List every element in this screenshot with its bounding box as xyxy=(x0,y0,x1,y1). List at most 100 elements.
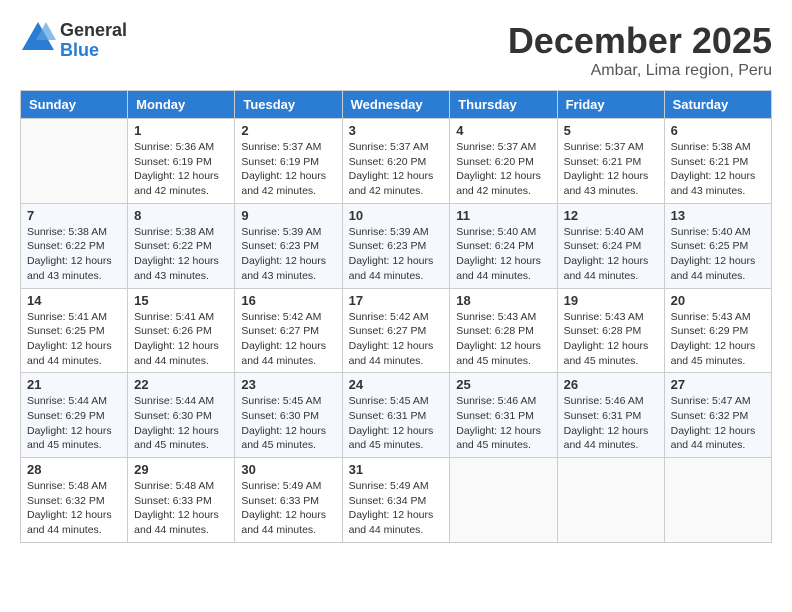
day-number: 16 xyxy=(241,293,335,308)
calendar-cell: 7 Sunrise: 5:38 AMSunset: 6:22 PMDaylight… xyxy=(21,203,128,288)
calendar-cell: 22 Sunrise: 5:44 AMSunset: 6:30 PMDayligh… xyxy=(128,373,235,458)
day-number: 17 xyxy=(349,293,444,308)
day-number: 25 xyxy=(456,377,550,392)
calendar-cell: 23 Sunrise: 5:45 AMSunset: 6:30 PMDayligh… xyxy=(235,373,342,458)
calendar-cell: 25 Sunrise: 5:46 AMSunset: 6:31 PMDayligh… xyxy=(450,373,557,458)
day-info: Sunrise: 5:40 AMSunset: 6:24 PMDaylight:… xyxy=(564,225,658,284)
day-number: 9 xyxy=(241,208,335,223)
calendar-table: SundayMondayTuesdayWednesdayThursdayFrid… xyxy=(20,90,772,543)
day-number: 28 xyxy=(27,462,121,477)
day-info: Sunrise: 5:44 AMSunset: 6:29 PMDaylight:… xyxy=(27,394,121,453)
calendar-cell: 18Sunrise: 5:43 AMSunset: 6:28 PMDayligh… xyxy=(450,288,557,373)
weekday-header-sunday: Sunday xyxy=(21,91,128,119)
day-number: 18 xyxy=(456,293,550,308)
day-info: Sunrise: 5:38 AMSunset: 6:21 PMDaylight:… xyxy=(671,140,765,199)
calendar-cell: 17Sunrise: 5:42 AMSunset: 6:27 PMDayligh… xyxy=(342,288,450,373)
day-info: Sunrise: 5:39 AMSunset: 6:23 PMDaylight:… xyxy=(349,225,444,284)
weekday-header-monday: Monday xyxy=(128,91,235,119)
day-info: Sunrise: 5:45 AMSunset: 6:31 PMDaylight:… xyxy=(349,394,444,453)
day-info: Sunrise: 5:36 AMSunset: 6:19 PMDaylight:… xyxy=(134,140,228,199)
day-number: 1 xyxy=(134,123,228,138)
logo-general: General xyxy=(60,20,127,40)
day-number: 23 xyxy=(241,377,335,392)
day-info: Sunrise: 5:45 AMSunset: 6:30 PMDaylight:… xyxy=(241,394,335,453)
page-header: General Blue December 2025 Ambar, Lima r… xyxy=(20,20,772,80)
day-info: Sunrise: 5:38 AMSunset: 6:22 PMDaylight:… xyxy=(27,225,121,284)
day-info: Sunrise: 5:42 AMSunset: 6:27 PMDaylight:… xyxy=(241,310,335,369)
weekday-header-saturday: Saturday xyxy=(664,91,771,119)
calendar-cell: 16 Sunrise: 5:42 AMSunset: 6:27 PMDayligh… xyxy=(235,288,342,373)
calendar-cell: 20 Sunrise: 5:43 AMSunset: 6:29 PMDayligh… xyxy=(664,288,771,373)
calendar-cell: 8Sunrise: 5:38 AMSunset: 6:22 PMDaylight… xyxy=(128,203,235,288)
calendar-cell: 4Sunrise: 5:37 AMSunset: 6:20 PMDaylight… xyxy=(450,119,557,204)
calendar-cell: 29Sunrise: 5:48 AMSunset: 6:33 PMDayligh… xyxy=(128,458,235,543)
day-number: 31 xyxy=(349,462,444,477)
calendar-cell: 19Sunrise: 5:43 AMSunset: 6:28 PMDayligh… xyxy=(557,288,664,373)
day-info: Sunrise: 5:41 AMSunset: 6:25 PMDaylight:… xyxy=(27,310,121,369)
day-number: 22 xyxy=(134,377,228,392)
day-number: 7 xyxy=(27,208,121,223)
day-info: Sunrise: 5:46 AMSunset: 6:31 PMDaylight:… xyxy=(564,394,658,453)
day-number: 27 xyxy=(671,377,765,392)
calendar-cell xyxy=(557,458,664,543)
calendar-cell: 14 Sunrise: 5:41 AMSunset: 6:25 PMDayligh… xyxy=(21,288,128,373)
calendar-week-4: 21 Sunrise: 5:44 AMSunset: 6:29 PMDayligh… xyxy=(21,373,772,458)
calendar-cell: 31 Sunrise: 5:49 AMSunset: 6:34 PMDayligh… xyxy=(342,458,450,543)
day-number: 4 xyxy=(456,123,550,138)
day-info: Sunrise: 5:47 AMSunset: 6:32 PMDaylight:… xyxy=(671,394,765,453)
day-info: Sunrise: 5:37 AMSunset: 6:19 PMDaylight:… xyxy=(241,140,335,199)
calendar-cell: 2 Sunrise: 5:37 AMSunset: 6:19 PMDaylight… xyxy=(235,119,342,204)
day-info: Sunrise: 5:40 AMSunset: 6:25 PMDaylight:… xyxy=(671,225,765,284)
day-info: Sunrise: 5:39 AMSunset: 6:23 PMDaylight:… xyxy=(241,225,335,284)
day-number: 2 xyxy=(241,123,335,138)
calendar-week-3: 14 Sunrise: 5:41 AMSunset: 6:25 PMDayligh… xyxy=(21,288,772,373)
day-number: 5 xyxy=(564,123,658,138)
day-number: 12 xyxy=(564,208,658,223)
day-number: 3 xyxy=(349,123,444,138)
calendar-cell xyxy=(450,458,557,543)
location-subtitle: Ambar, Lima region, Peru xyxy=(508,62,772,80)
weekday-header-wednesday: Wednesday xyxy=(342,91,450,119)
day-info: Sunrise: 5:49 AMSunset: 6:34 PMDaylight:… xyxy=(349,479,444,538)
calendar-cell: 30Sunrise: 5:49 AMSunset: 6:33 PMDayligh… xyxy=(235,458,342,543)
month-title: December 2025 xyxy=(508,20,772,62)
calendar-week-2: 7 Sunrise: 5:38 AMSunset: 6:22 PMDaylight… xyxy=(21,203,772,288)
logo-icon xyxy=(20,20,56,61)
day-number: 6 xyxy=(671,123,765,138)
calendar-cell: 28 Sunrise: 5:48 AMSunset: 6:32 PMDayligh… xyxy=(21,458,128,543)
day-number: 11 xyxy=(456,208,550,223)
day-number: 15 xyxy=(134,293,228,308)
day-number: 30 xyxy=(241,462,335,477)
calendar-cell: 11Sunrise: 5:40 AMSunset: 6:24 PMDayligh… xyxy=(450,203,557,288)
day-info: Sunrise: 5:37 AMSunset: 6:20 PMDaylight:… xyxy=(349,140,444,199)
weekday-header-tuesday: Tuesday xyxy=(235,91,342,119)
weekday-header-row: SundayMondayTuesdayWednesdayThursdayFrid… xyxy=(21,91,772,119)
calendar-cell: 1 Sunrise: 5:36 AMSunset: 6:19 PMDaylight… xyxy=(128,119,235,204)
weekday-header-friday: Friday xyxy=(557,91,664,119)
calendar-cell: 27 Sunrise: 5:47 AMSunset: 6:32 PMDayligh… xyxy=(664,373,771,458)
calendar-cell: 5 Sunrise: 5:37 AMSunset: 6:21 PMDaylight… xyxy=(557,119,664,204)
calendar-cell: 6 Sunrise: 5:38 AMSunset: 6:21 PMDaylight… xyxy=(664,119,771,204)
calendar-cell: 9 Sunrise: 5:39 AMSunset: 6:23 PMDaylight… xyxy=(235,203,342,288)
calendar-cell: 3 Sunrise: 5:37 AMSunset: 6:20 PMDaylight… xyxy=(342,119,450,204)
calendar-cell: 10 Sunrise: 5:39 AMSunset: 6:23 PMDayligh… xyxy=(342,203,450,288)
day-info: Sunrise: 5:48 AMSunset: 6:32 PMDaylight:… xyxy=(27,479,121,538)
calendar-cell xyxy=(664,458,771,543)
calendar-week-1: 1 Sunrise: 5:36 AMSunset: 6:19 PMDaylight… xyxy=(21,119,772,204)
day-number: 13 xyxy=(671,208,765,223)
day-info: Sunrise: 5:37 AMSunset: 6:21 PMDaylight:… xyxy=(564,140,658,199)
calendar-cell: 24 Sunrise: 5:45 AMSunset: 6:31 PMDayligh… xyxy=(342,373,450,458)
logo: General Blue xyxy=(20,20,127,61)
day-number: 21 xyxy=(27,377,121,392)
day-info: Sunrise: 5:46 AMSunset: 6:31 PMDaylight:… xyxy=(456,394,550,453)
calendar-cell: 26Sunrise: 5:46 AMSunset: 6:31 PMDayligh… xyxy=(557,373,664,458)
day-info: Sunrise: 5:41 AMSunset: 6:26 PMDaylight:… xyxy=(134,310,228,369)
day-info: Sunrise: 5:43 AMSunset: 6:29 PMDaylight:… xyxy=(671,310,765,369)
day-number: 14 xyxy=(27,293,121,308)
day-number: 20 xyxy=(671,293,765,308)
day-info: Sunrise: 5:44 AMSunset: 6:30 PMDaylight:… xyxy=(134,394,228,453)
day-number: 10 xyxy=(349,208,444,223)
calendar-cell: 13 Sunrise: 5:40 AMSunset: 6:25 PMDayligh… xyxy=(664,203,771,288)
calendar-cell: 21 Sunrise: 5:44 AMSunset: 6:29 PMDayligh… xyxy=(21,373,128,458)
day-number: 24 xyxy=(349,377,444,392)
